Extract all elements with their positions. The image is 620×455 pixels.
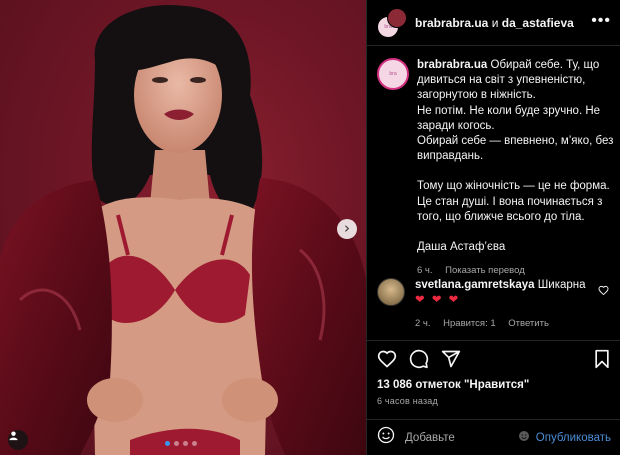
caption-signature: Даша Астаф’єва [417,241,506,254]
caption-age: 6 ч. [417,265,433,277]
reply-link[interactable]: Ответить [508,318,549,329]
avatar[interactable]: bra [377,58,409,90]
carousel-dot [165,441,170,446]
comment-like-icon[interactable] [598,282,609,300]
user-tag-icon[interactable] [8,430,28,450]
avatar[interactable] [387,7,407,28]
publish-button[interactable]: Опубликовать [536,432,611,444]
carousel-dot [192,441,197,446]
comment-likes[interactable]: Нравится: 1 [443,318,495,329]
comment-username[interactable]: svetlana.gamretskaya [415,279,535,291]
comment-text: Шикарна [537,279,586,291]
post-sidebar: bra brabrabra.ua и da_astafieva ••• bra … [366,0,620,455]
caption: bra brabrabra.ua Обирай себе. Ту, що див… [377,58,617,278]
caption-paragraph: Тому що жіночність — це не форма. Це ста… [417,180,610,223]
caption-username[interactable]: brabrabra.ua [417,59,487,71]
post-emoji-icon [518,429,530,447]
share-icon[interactable] [441,349,461,374]
header-usernames: brabrabra.ua и da_astafieva [415,16,574,30]
comment-icon[interactable] [409,349,429,374]
post-timestamp: 6 часов назад [377,396,438,406]
header-joiner: и [491,15,499,30]
action-bar [367,340,620,376]
collab-avatars[interactable]: bra [377,7,407,38]
avatar[interactable] [377,278,405,306]
more-icon[interactable]: ••• [591,12,611,30]
post-header: bra brabrabra.ua и da_astafieva ••• [367,0,620,46]
comment-hearts: ❤ ❤ ❤ [415,294,461,306]
photo-illustration [0,4,366,455]
add-comment-bar: Добавьте Опубликовать [367,419,620,455]
caption-line: Не потім. Не коли буде зручно. Не заради… [417,104,601,132]
carousel-dots [165,441,197,446]
emoji-icon[interactable] [377,426,395,449]
header-user-link[interactable]: da_astafieva [502,16,574,30]
comment-age: 2 ч. [415,318,431,329]
post-photo[interactable]: › [0,0,366,455]
comment-input[interactable]: Добавьте [405,432,518,444]
carousel-dot [174,441,179,446]
bookmark-icon[interactable] [593,349,611,374]
comment: svetlana.gamretskaya Шикарна ❤ ❤ ❤ 2 ч. … [377,278,617,331]
carousel-dot [183,441,188,446]
header-user-link[interactable]: brabrabra.ua [415,16,488,30]
caption-line: Обирай себе — впевнено, м’яко, без випра… [417,135,614,163]
likes-count[interactable]: 13 086 отметок "Нравится" [377,379,529,391]
next-slide-button[interactable]: › [337,219,357,239]
translate-link[interactable]: Показать перевод [445,265,525,276]
heart-icon[interactable] [377,349,397,374]
